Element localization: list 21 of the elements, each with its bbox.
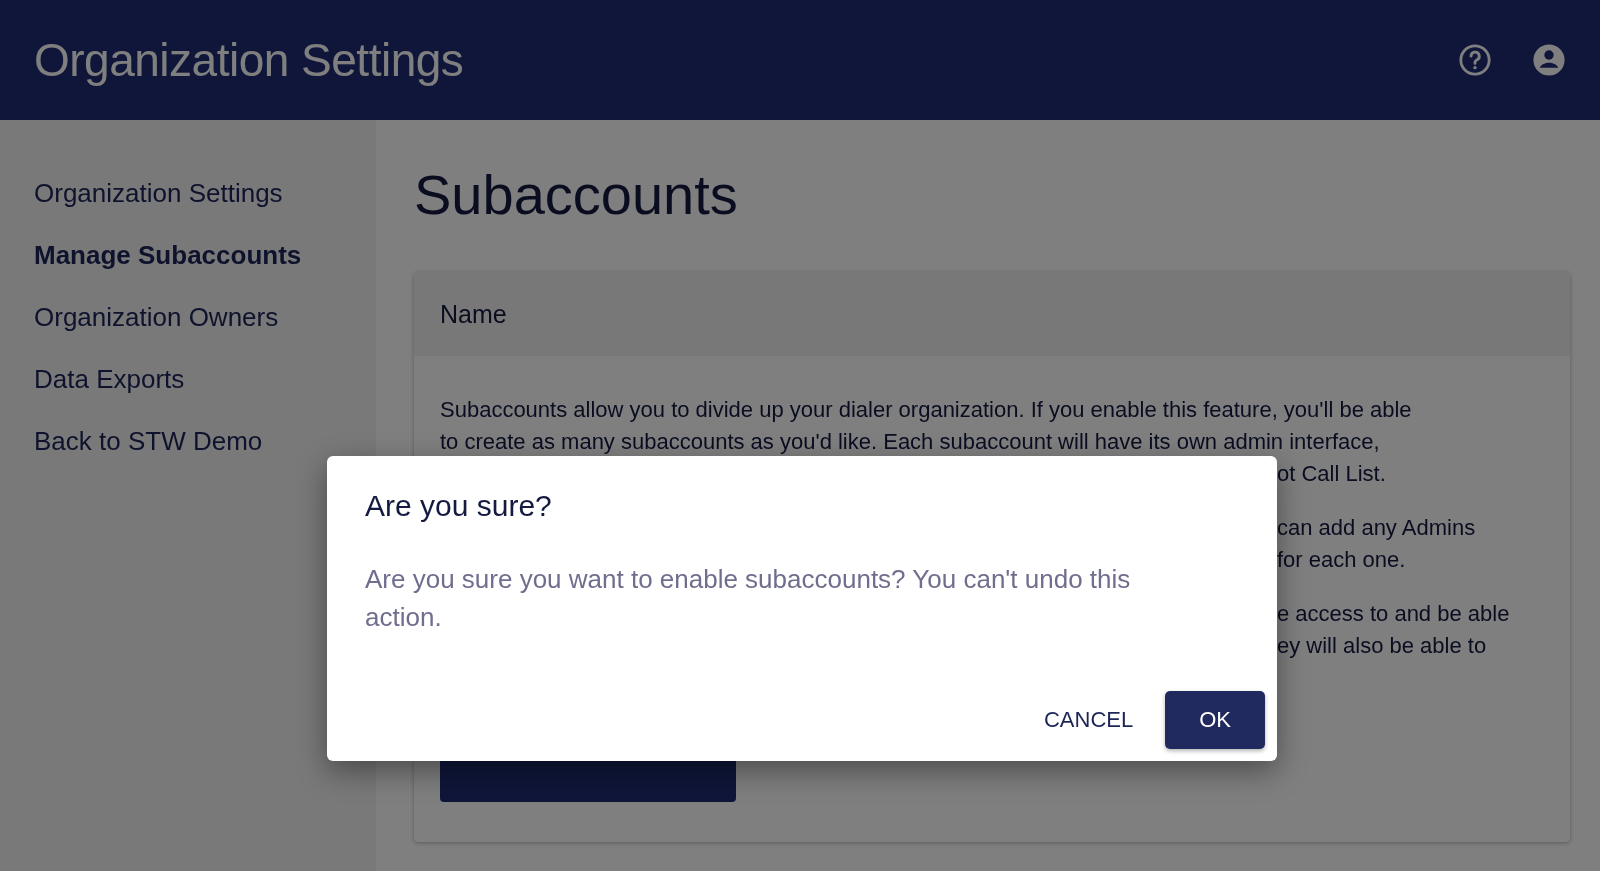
description-line: for each one. <box>1277 546 1406 574</box>
description-line: ey will also be able to <box>1277 632 1487 660</box>
cancel-button[interactable]: CANCEL <box>1037 691 1140 749</box>
description-line: can add any Admins <box>1277 514 1476 542</box>
sidebar-link[interactable]: Data Exports <box>0 364 376 394</box>
dialog-message: Are you sure you want to enable subaccounts? You can't undo this action. <box>365 563 1132 634</box>
description-line: to create as many subaccounts as you'd like. Each subaccount will have its own admin interface, <box>440 428 1380 456</box>
dialog-title: Are you sure? <box>365 488 553 524</box>
column-header: Name <box>414 272 1570 356</box>
description-line: Subaccounts allow you to divide up your dialer organization. If you enable this feature, you'll be able <box>440 396 1412 424</box>
sidebar-link[interactable]: Organization Owners <box>0 302 376 332</box>
ok-button[interactable]: OK <box>1165 691 1265 749</box>
page-title: Organization Settings <box>34 33 465 87</box>
description-line: ot Call List. <box>1277 460 1386 488</box>
account-icon[interactable] <box>1532 43 1566 77</box>
sidebar-link[interactable]: Manage Subaccounts <box>0 240 376 270</box>
description-line: e access to and be able <box>1277 600 1510 628</box>
sidebar-link[interactable]: Organization Settings <box>0 178 376 208</box>
sidebar-link[interactable]: Back to STW Demo <box>0 426 376 456</box>
section-title: Subaccounts <box>414 162 739 228</box>
help-icon[interactable] <box>1458 43 1492 77</box>
